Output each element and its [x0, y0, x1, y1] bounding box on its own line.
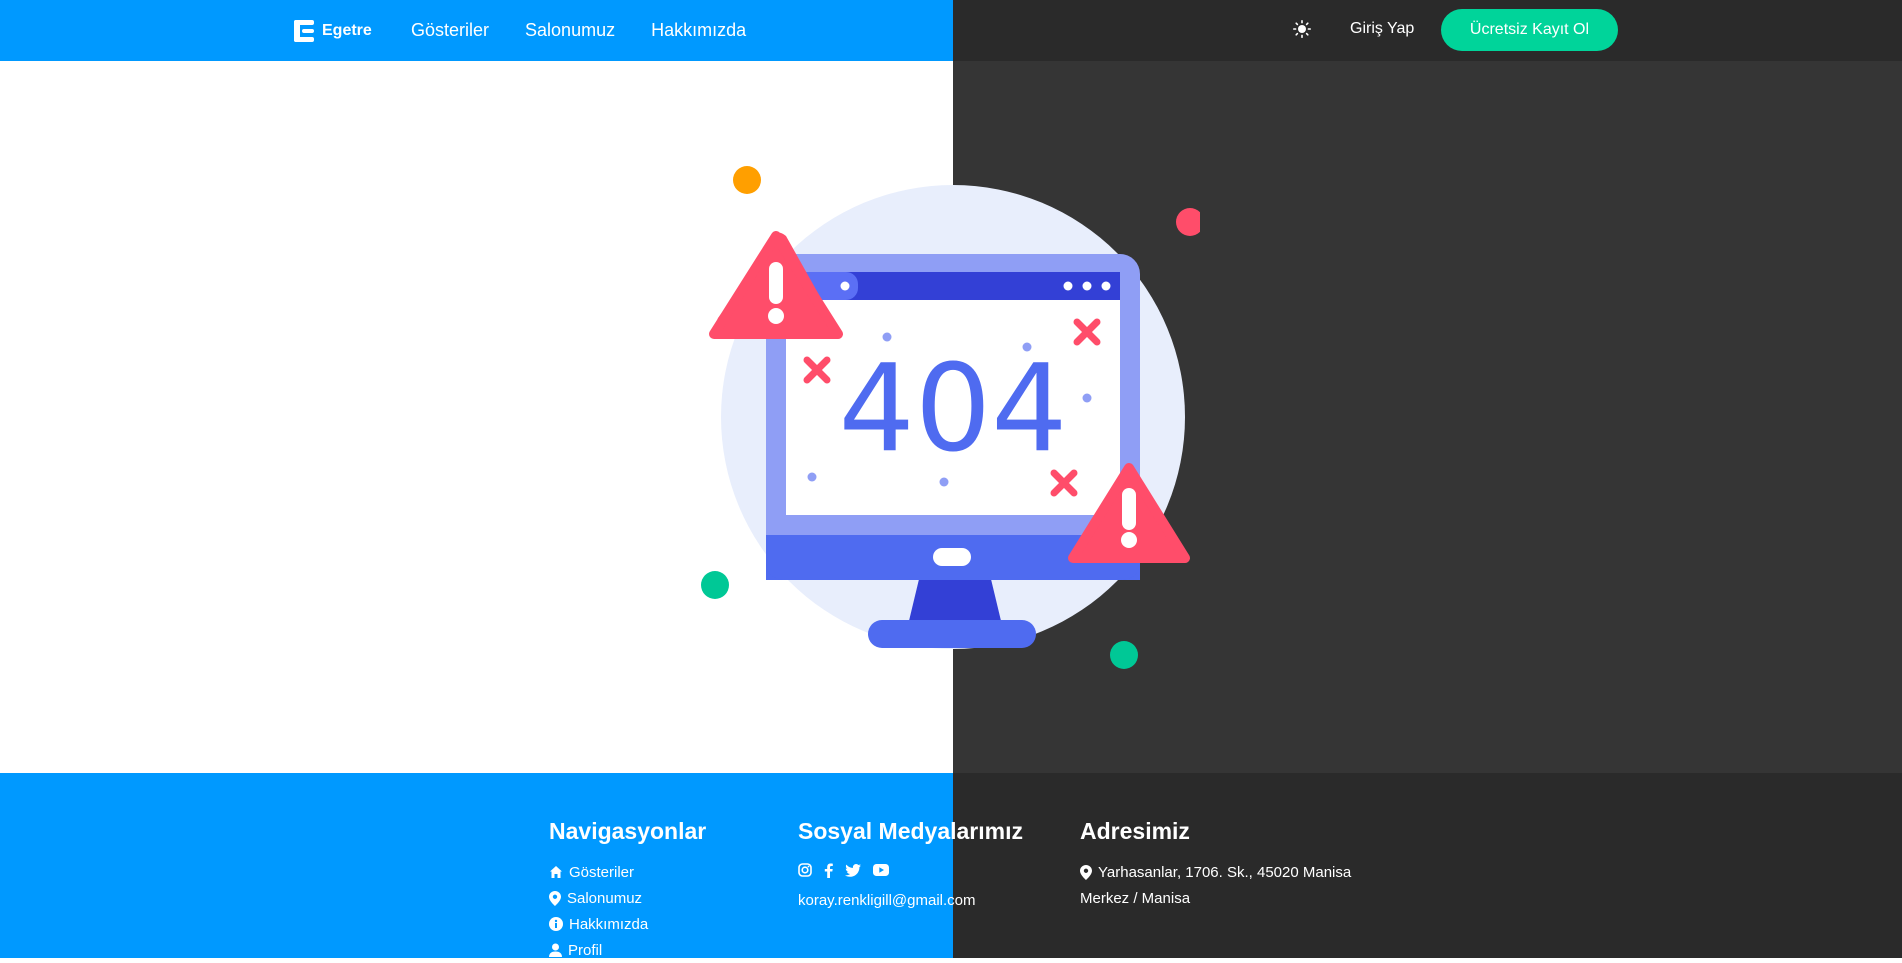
footer-address-section: Adresimiz Yarhasanlar, 1706. Sk., 45020 … [1080, 818, 1351, 911]
twitter-icon[interactable] [845, 863, 861, 877]
user-icon [549, 943, 562, 957]
theme-toggle-button[interactable] [1290, 17, 1314, 41]
monitor-base [868, 620, 1036, 648]
monitor-logo-pill [933, 548, 971, 566]
footer-social-section: Sosyal Medyalarımız koray.renkligill@gma… [798, 818, 1023, 913]
youtube-icon[interactable] [873, 864, 889, 876]
confetti-dot [1176, 208, 1200, 236]
brand-e-icon [294, 20, 314, 42]
address-line-2: Merkez / Manisa [1080, 889, 1191, 907]
main-nav: Gösteriler Salonumuz Hakkımızda [411, 20, 746, 41]
social-icons [798, 859, 1023, 881]
error-404-illustration: 404 [701, 166, 1200, 669]
footer-social-title: Sosyal Medyalarımız [798, 818, 1023, 844]
footer-address-title: Adresimiz [1080, 818, 1190, 844]
footer-nav-section: Navigasyonlar Gösteriler Salonumuz Hakkı… [549, 818, 706, 963]
contact-email[interactable]: koray.renkligill@gmail.com [798, 887, 1023, 913]
footer-link-shows[interactable]: Gösteriler [549, 859, 706, 885]
error-code-text: 404 [838, 340, 1067, 479]
footer-link-about[interactable]: Hakkımızda [549, 911, 706, 937]
confetti-dot [701, 571, 729, 599]
nav-link-about[interactable]: Hakkımızda [651, 20, 746, 41]
nav-link-shows[interactable]: Gösteriler [411, 20, 489, 41]
footer-link-profile[interactable]: Profil [549, 937, 706, 963]
confetti-dot [1110, 641, 1138, 669]
nav-link-venue[interactable]: Salonumuz [525, 20, 615, 41]
monitor-stand [908, 575, 1002, 625]
info-icon [549, 917, 563, 931]
signup-button[interactable]: Ücretsiz Kayıt Ol [1441, 9, 1618, 51]
login-link[interactable]: Giriş Yap [1350, 20, 1414, 38]
facebook-icon[interactable] [824, 863, 833, 878]
sun-icon [1293, 20, 1311, 38]
confetti-dot [733, 166, 761, 194]
location-pin-icon [1080, 864, 1092, 880]
footer-nav-title: Navigasyonlar [549, 818, 707, 844]
instagram-icon[interactable] [798, 863, 812, 877]
header-bar-dark [953, 0, 1902, 61]
footer-link-venue[interactable]: Salonumuz [549, 885, 706, 911]
location-pin-icon [549, 890, 561, 906]
brand-name: Egetre [322, 22, 372, 39]
address-line-1: Yarhasanlar, 1706. Sk., 45020 Manisa [1080, 859, 1351, 885]
brand-logo[interactable]: Egetre [294, 18, 372, 44]
home-icon [550, 866, 562, 878]
